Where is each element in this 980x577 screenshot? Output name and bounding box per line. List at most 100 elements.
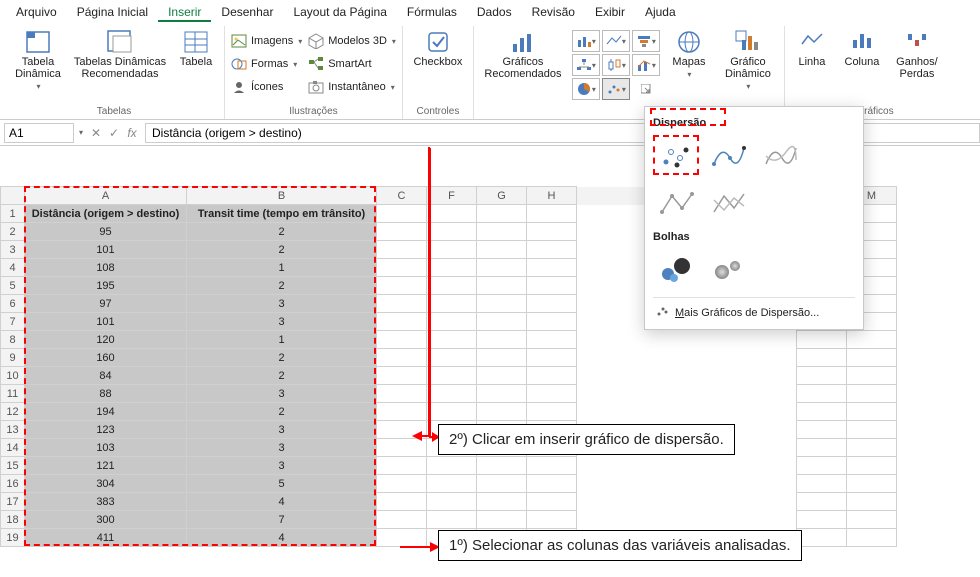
checkbox-button[interactable]: Checkbox <box>409 28 467 68</box>
recommended-charts-button[interactable]: Gráficos Recomendados <box>480 28 566 80</box>
cell[interactable]: 194 <box>25 403 187 421</box>
row-header[interactable]: 2 <box>1 223 25 241</box>
scatter-straight-lines-button[interactable] <box>705 183 751 223</box>
cell[interactable]: 3 <box>187 385 377 403</box>
bubble-2d-button[interactable] <box>653 249 699 289</box>
menu-inserir[interactable]: Inserir <box>158 2 211 22</box>
sparkline-line-button[interactable]: Linha <box>791 28 833 68</box>
fx-icon[interactable]: fx <box>125 126 139 140</box>
select-all-corner[interactable] <box>1 187 25 205</box>
enter-formula-icon[interactable]: ✓ <box>107 126 121 140</box>
cell[interactable]: 2 <box>187 277 377 295</box>
row-header[interactable]: 14 <box>1 439 25 457</box>
menu-formulas[interactable]: Fórmulas <box>397 2 467 22</box>
cell[interactable]: 4 <box>187 493 377 511</box>
cell[interactable]: 304 <box>25 475 187 493</box>
menu-exibir[interactable]: Exibir <box>585 2 635 22</box>
menu-revisao[interactable]: Revisão <box>522 2 585 22</box>
menu-desenhar[interactable]: Desenhar <box>211 2 283 22</box>
cell[interactable]: 1 <box>187 259 377 277</box>
cell[interactable]: 103 <box>25 439 187 457</box>
cell[interactable]: 101 <box>25 241 187 259</box>
scatter-straight-markers-button[interactable] <box>653 183 699 223</box>
cell[interactable]: 108 <box>25 259 187 277</box>
cell[interactable]: 2 <box>187 367 377 385</box>
sparkline-column-button[interactable]: Coluna <box>839 28 885 68</box>
row-header[interactable]: 17 <box>1 493 25 511</box>
row-header[interactable]: 1 <box>1 205 25 223</box>
chart-combo-button[interactable]: ▾ <box>632 54 660 76</box>
cell[interactable]: 2 <box>187 403 377 421</box>
chart-scatter-button[interactable]: ▾ <box>602 78 630 100</box>
chart-pie-button[interactable]: ▾ <box>572 78 600 100</box>
cell[interactable]: 4 <box>187 529 377 547</box>
row-header[interactable]: 4 <box>1 259 25 277</box>
chart-stat-button[interactable]: ▾ <box>602 54 630 76</box>
cell[interactable]: 84 <box>25 367 187 385</box>
cell[interactable]: 120 <box>25 331 187 349</box>
cell[interactable]: 121 <box>25 457 187 475</box>
shapes-button[interactable]: Formas▾ <box>231 54 302 74</box>
row-header[interactable]: 15 <box>1 457 25 475</box>
row-header[interactable]: 12 <box>1 403 25 421</box>
cell[interactable]: 95 <box>25 223 187 241</box>
row-header[interactable]: 6 <box>1 295 25 313</box>
cell[interactable]: 195 <box>25 277 187 295</box>
cell[interactable]: 411 <box>25 529 187 547</box>
scatter-smooth-markers-button[interactable] <box>705 135 751 175</box>
bubble-3d-button[interactable] <box>705 249 751 289</box>
column-header-A[interactable]: A <box>25 187 187 205</box>
cell[interactable]: 3 <box>187 421 377 439</box>
cell[interactable]: 383 <box>25 493 187 511</box>
row-header[interactable]: 13 <box>1 421 25 439</box>
cell[interactable]: 2 <box>187 349 377 367</box>
cancel-formula-icon[interactable]: ✕ <box>89 126 103 140</box>
cell[interactable]: 300 <box>25 511 187 529</box>
chart-line-button[interactable]: ▾ <box>602 30 630 52</box>
cell[interactable]: 3 <box>187 457 377 475</box>
scatter-markers-only-button[interactable] <box>653 135 699 175</box>
cell[interactable]: 160 <box>25 349 187 367</box>
pivot-table-button[interactable]: Tabela Dinâmica▾ <box>10 28 66 91</box>
snapshot-button[interactable]: Instantâneo▾ <box>308 77 396 97</box>
smartart-button[interactable]: SmartArt <box>308 54 396 74</box>
chart-hierarchy-button[interactable]: ▾ <box>572 54 600 76</box>
namebox-dropdown[interactable]: ▾ <box>79 128 83 137</box>
menu-dados[interactable]: Dados <box>467 2 522 22</box>
cell[interactable]: 88 <box>25 385 187 403</box>
row-header[interactable]: 8 <box>1 331 25 349</box>
column-header-B[interactable]: B <box>187 187 377 205</box>
maps-button[interactable]: Mapas▾ <box>666 28 712 79</box>
cell[interactable]: 2 <box>187 223 377 241</box>
name-box[interactable] <box>4 123 74 143</box>
cell[interactable]: 5 <box>187 475 377 493</box>
cell[interactable]: 123 <box>25 421 187 439</box>
menu-ajuda[interactable]: Ajuda <box>635 2 686 22</box>
chart-dialog-launcher[interactable] <box>632 78 660 100</box>
row-header[interactable]: 11 <box>1 385 25 403</box>
cell[interactable]: 7 <box>187 511 377 529</box>
chart-pyramid-button[interactable]: ▾ <box>632 30 660 52</box>
cell[interactable]: 3 <box>187 439 377 457</box>
column-header-H[interactable]: H <box>527 187 577 205</box>
more-scatter-charts-button[interactable]: Mais Gráficos de Dispersão... <box>653 297 855 325</box>
row-header[interactable]: 16 <box>1 475 25 493</box>
row-header[interactable]: 10 <box>1 367 25 385</box>
sparkline-winloss-button[interactable]: Ganhos/ Perdas <box>891 28 943 80</box>
menu-pagina-inicial[interactable]: Página Inicial <box>67 2 158 22</box>
scatter-smooth-lines-button[interactable] <box>757 135 803 175</box>
column-header-G[interactable]: G <box>477 187 527 205</box>
recommended-pivot-button[interactable]: Tabelas Dinâmicas Recomendadas <box>72 28 168 80</box>
cell-A1[interactable]: Distância (origem > destino) <box>25 205 187 223</box>
cell[interactable]: 101 <box>25 313 187 331</box>
cell[interactable]: 1 <box>187 331 377 349</box>
row-header[interactable]: 7 <box>1 313 25 331</box>
row-header[interactable]: 19 <box>1 529 25 547</box>
cell[interactable]: 3 <box>187 313 377 331</box>
cell-B1[interactable]: Transit time (tempo em trânsito) <box>187 205 377 223</box>
row-header[interactable]: 18 <box>1 511 25 529</box>
images-button[interactable]: Imagens▾ <box>231 31 302 51</box>
pivot-chart-button[interactable]: Gráfico Dinâmico▾ <box>718 28 778 91</box>
row-header[interactable]: 5 <box>1 277 25 295</box>
cell[interactable]: 97 <box>25 295 187 313</box>
